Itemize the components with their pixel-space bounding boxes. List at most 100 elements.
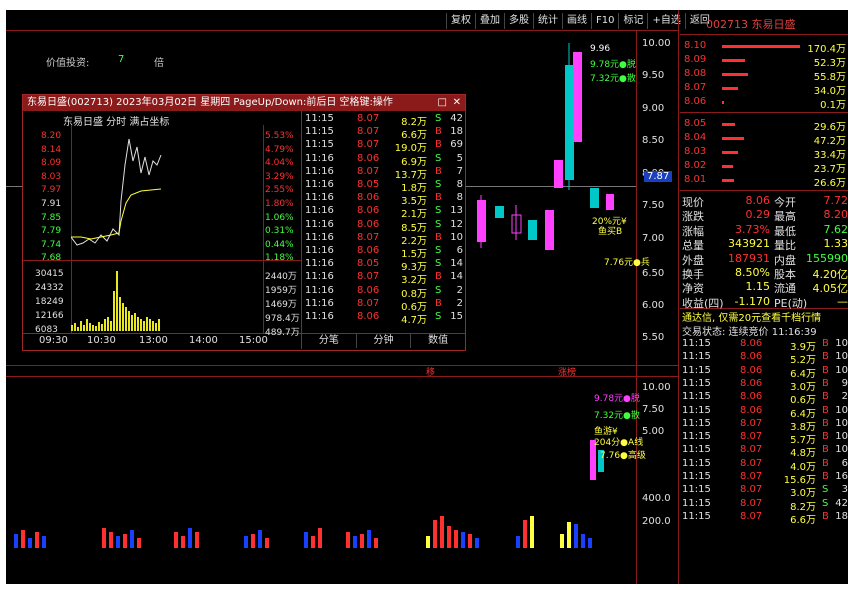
- popup-tab-1[interactable]: 分钟: [355, 334, 411, 348]
- trade-row: 11:15 8.07 19.0万 B 69: [305, 139, 463, 154]
- intraday-popup[interactable]: 东易日盛(002713) 2023年03月02日 星期四 PageUp/Down…: [22, 94, 466, 351]
- trade-price: 8.06: [740, 364, 763, 376]
- trade-count: 10: [835, 404, 848, 416]
- trade-row: 11:16 8.06 2.1万 S 13: [305, 205, 463, 220]
- trade-time: 11:15: [682, 497, 711, 509]
- volume-tick: 30415: [35, 269, 64, 279]
- rp-divider-2: [680, 112, 848, 113]
- popup-tab-2[interactable]: 数值: [410, 334, 465, 348]
- trade-price: 8.06: [740, 351, 763, 363]
- volume-bar: [523, 520, 527, 548]
- sub-annotation-5: 7.76●高级: [600, 451, 646, 461]
- bid-bar: [722, 179, 735, 182]
- volume-bar: [119, 297, 121, 331]
- bid-volume: 29.6万: [813, 122, 846, 133]
- bid-bar: [722, 165, 733, 168]
- trade-time: 11:15: [682, 338, 711, 349]
- trade-time: 11:15: [682, 377, 711, 389]
- right-panel-divider: [678, 10, 679, 584]
- trade-count: 10: [835, 338, 848, 349]
- maximize-icon[interactable]: □: [438, 95, 447, 111]
- trade-count: 42: [835, 497, 848, 509]
- price-tick: 7.74: [41, 239, 62, 250]
- trade-row: 11:16 8.06 6.9万 S 5: [305, 152, 463, 168]
- axis-label: 8.50: [642, 135, 665, 146]
- trade-time: 11:15: [682, 404, 711, 416]
- trade-side: B: [822, 404, 829, 416]
- volume-tick-right: 1469万: [265, 300, 297, 310]
- trade-row: 11:16 8.07 13.7万 B 7: [305, 166, 463, 181]
- trade-row: 11:15 8.07 6.6万 B 18: [680, 510, 848, 526]
- volume-bar: [128, 311, 130, 331]
- close-icon[interactable]: ✕: [453, 95, 461, 111]
- trade-price: 8.07: [740, 431, 763, 443]
- volume-bar: [137, 538, 141, 548]
- trade-side: B: [822, 351, 829, 363]
- ask-bar: [722, 87, 738, 90]
- annotation-2: 7.32元●散: [590, 74, 636, 84]
- volume-bar: [110, 321, 112, 331]
- percent-tick: 4.04%: [265, 158, 294, 169]
- popup-tab-0[interactable]: 分笔: [301, 334, 356, 348]
- trade-volume: 4.7万: [401, 315, 427, 326]
- trade-count: 14: [450, 258, 463, 270]
- price-tick: 7.79: [41, 226, 62, 237]
- quote-row: 现价 8.06 今开 7.72: [680, 194, 848, 209]
- bid-row: 8.04 47.2万: [680, 132, 848, 147]
- sub-axis-label: 10.00: [642, 382, 671, 393]
- trade-time: 11:16: [305, 179, 334, 190]
- annotation-5: 7.76元●兵: [604, 258, 650, 268]
- volume-bar: [588, 538, 592, 548]
- trade-row: 11:16 8.06 1.5万 S 6: [305, 245, 463, 260]
- trade-side: S: [435, 311, 442, 322]
- trade-volume: 6.6万: [790, 514, 816, 526]
- trade-count: 2: [456, 297, 463, 309]
- time-tick: 15:00: [239, 335, 268, 346]
- trade-price: 8.05: [357, 179, 380, 190]
- trade-side: S: [435, 218, 442, 230]
- trade-count: 5: [456, 152, 463, 164]
- trade-row: 11:16 8.07 0.6万 B 2: [305, 297, 463, 313]
- ask-row: 8.08 55.8万: [680, 68, 848, 83]
- volume-bar: [131, 315, 133, 331]
- intraday-volume: [71, 265, 263, 331]
- trade-time: 11:16: [305, 231, 334, 243]
- trade-price: 8.06: [357, 218, 380, 230]
- trading-status: 交易状态: 连续竞价 11:16:39: [682, 327, 817, 338]
- trade-side: B: [435, 271, 442, 283]
- trade-row: 11:15 8.07 4.0万 B 6: [680, 457, 848, 473]
- trade-row: 11:15 8.07 6.6万 B 18: [305, 126, 463, 141]
- volume-bar: [304, 532, 308, 548]
- trade-time: 11:15: [305, 139, 334, 151]
- trade-price: 8.07: [357, 231, 380, 243]
- trade-side: B: [822, 457, 829, 469]
- quote-value-2: 7.62: [823, 222, 849, 236]
- trade-time: 11:15: [682, 351, 711, 363]
- trade-price: 8.05: [357, 258, 380, 270]
- trade-count: 8: [456, 179, 463, 190]
- volume-bar: [258, 530, 262, 548]
- trade-count: 2: [456, 284, 463, 296]
- volume-bar: [158, 319, 160, 331]
- quote-value: 8.50%: [735, 266, 770, 279]
- trade-time: 11:15: [682, 364, 711, 376]
- bid-row: 8.03 33.4万: [680, 146, 848, 161]
- volume-bar: [71, 325, 73, 331]
- volume-tick-right: 978.4万: [265, 314, 300, 324]
- bid-price: 8.01: [684, 174, 707, 185]
- popup-title-bar[interactable]: 东易日盛(002713) 2023年03月02日 星期四 PageUp/Down…: [23, 95, 465, 111]
- notice-link[interactable]: 通达信, 仅需20元查看千档行情: [682, 309, 821, 324]
- trade-time: 11:15: [682, 510, 711, 522]
- quote-value: 3.73%: [735, 222, 770, 236]
- quote-row: 涨跌 0.29 最高 8.20: [680, 208, 848, 223]
- ask-bar: [722, 59, 746, 62]
- volume-bar: [195, 532, 199, 548]
- trade-price: 8.06: [357, 245, 380, 256]
- time-tick: 09:30: [39, 335, 68, 346]
- trade-side: B: [822, 338, 829, 349]
- trade-row: 11:15 8.06 6.4万 B 10: [680, 404, 848, 420]
- popup-tabs: 分笔 分钟 数值: [301, 334, 465, 348]
- percent-tick: 1.06%: [265, 212, 294, 223]
- annotation-1: 9.78元●脱: [590, 60, 636, 70]
- trade-row: 11:15 8.07 3.8万 B 10: [680, 418, 848, 433]
